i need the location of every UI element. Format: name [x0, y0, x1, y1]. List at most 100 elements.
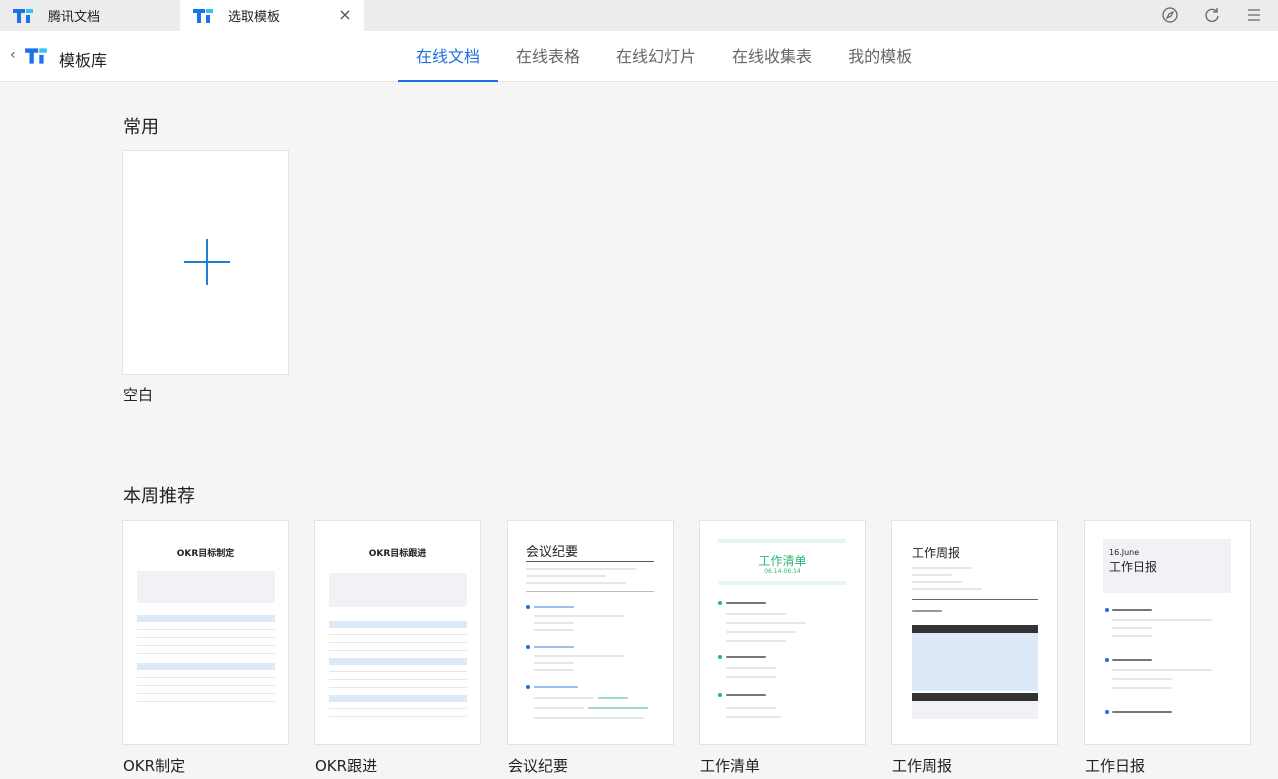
preview-line [137, 637, 275, 638]
preview-line [329, 687, 467, 688]
template-card-weekly-report[interactable]: 工作周报 [891, 520, 1058, 745]
preview-line [1112, 659, 1152, 661]
preview-date: 16.June [1109, 548, 1140, 557]
preview-band [912, 693, 1038, 701]
menu-icon[interactable] [1244, 5, 1264, 25]
preview-line [137, 701, 275, 702]
preview-bullet [526, 685, 530, 689]
template-card-daily-report[interactable]: 16.June 工作日报 [1084, 520, 1251, 745]
preview-line [726, 640, 786, 642]
blank-template-card[interactable] [122, 150, 289, 375]
window-controls [1160, 5, 1264, 25]
preview-title: 工作日报 [1109, 560, 1158, 574]
preview-line [726, 656, 766, 658]
tab-online-docs[interactable]: 在线文档 [398, 31, 499, 82]
tab-online-sheets[interactable]: 在线表格 [498, 31, 598, 82]
preview-line [137, 677, 275, 678]
template-label: OKR制定 [123, 757, 186, 775]
app-header: ‹ 模板库 在线文档 在线表格 在线幻灯片 在线收集表 我的模板 [0, 31, 1278, 82]
preview-band [329, 621, 467, 628]
preview-line [534, 606, 574, 608]
preview-line [137, 645, 275, 646]
preview-line [534, 622, 574, 624]
tab-online-slides[interactable]: 在线幻灯片 [598, 31, 714, 82]
preview-rule [526, 591, 654, 592]
preview-bullet [526, 645, 530, 649]
template-card-okr-plan[interactable]: OKR目标制定 [122, 520, 289, 745]
preview-title: OKR目标制定 [176, 549, 235, 559]
tab-online-forms[interactable]: 在线收集表 [714, 31, 830, 82]
preview-info-box [137, 571, 275, 603]
tencent-docs-logo-icon [25, 48, 47, 64]
preview-table [912, 633, 1038, 691]
template-card-okr-track[interactable]: OKR目标跟进 [314, 520, 481, 745]
preview-line [137, 629, 275, 630]
preview-bullet [526, 605, 530, 609]
preview-rule [526, 561, 654, 562]
preview-line [912, 574, 952, 576]
preview-line [1112, 609, 1152, 611]
preview-line [598, 697, 628, 699]
preview-line [534, 615, 624, 617]
preview-line [726, 613, 786, 615]
window-tab-tencent-docs[interactable]: 腾讯文档 [0, 0, 180, 31]
template-label: 工作清单 [700, 757, 761, 775]
preview-line [329, 708, 467, 709]
section-title-common: 常用 [123, 117, 159, 138]
preview-title: 工作清单 [758, 554, 807, 568]
preview-line [329, 679, 467, 680]
window-tab-label: 选取模板 [228, 10, 281, 25]
preview-line [1112, 627, 1152, 629]
close-tab-icon[interactable]: × [336, 6, 354, 24]
preview-line [912, 581, 962, 583]
preview-line [329, 671, 467, 672]
preview-band [718, 581, 846, 585]
preview-line [912, 588, 982, 590]
preview-line [526, 582, 626, 584]
preview-line [1112, 635, 1152, 637]
preview-bullet [718, 601, 722, 605]
preview-title: 工作周报 [912, 546, 961, 560]
window-tab-select-template[interactable]: 选取模板 × [180, 0, 364, 31]
category-tabs: 在线文档 在线表格 在线幻灯片 在线收集表 我的模板 [398, 31, 930, 82]
template-label: 工作周报 [892, 757, 953, 775]
preview-band [329, 695, 467, 702]
preview-line [526, 568, 636, 570]
preview-line [726, 676, 776, 678]
preview-line [329, 634, 467, 635]
preview-line [526, 575, 606, 577]
preview-line [137, 693, 275, 694]
preview-line [534, 717, 644, 719]
plus-icon [184, 239, 230, 285]
template-card-meeting-minutes[interactable]: 会议纪要 [507, 520, 674, 745]
back-chevron-icon[interactable]: ‹ [10, 47, 16, 63]
preview-line [726, 631, 796, 633]
section-title-weekly: 本周推荐 [123, 486, 195, 507]
preview-line [1112, 678, 1172, 680]
preview-info-box [329, 573, 467, 607]
preview-band [912, 625, 1038, 633]
refresh-icon[interactable] [1202, 5, 1222, 25]
preview-line [726, 707, 776, 709]
preview-band [137, 663, 275, 670]
preview-band [329, 658, 467, 665]
preview-bullet [718, 693, 722, 697]
preview-line [534, 707, 584, 709]
template-label: 会议纪要 [508, 757, 569, 775]
preview-line [726, 602, 766, 604]
preview-line [726, 667, 776, 669]
tab-my-templates[interactable]: 我的模板 [830, 31, 930, 82]
preview-band [718, 539, 846, 543]
preview-line [588, 707, 648, 709]
preview-bullet [1105, 658, 1109, 662]
preview-line [534, 669, 574, 671]
preview-line [726, 694, 766, 696]
compass-icon[interactable] [1160, 5, 1180, 25]
template-card-work-list[interactable]: 工作清单 06.14-06.14 [699, 520, 866, 745]
preview-line [912, 610, 942, 612]
preview-line [534, 655, 624, 657]
preview-line [1112, 619, 1212, 621]
preview-box [912, 701, 1038, 719]
preview-band [137, 615, 275, 622]
preview-line [534, 686, 578, 688]
